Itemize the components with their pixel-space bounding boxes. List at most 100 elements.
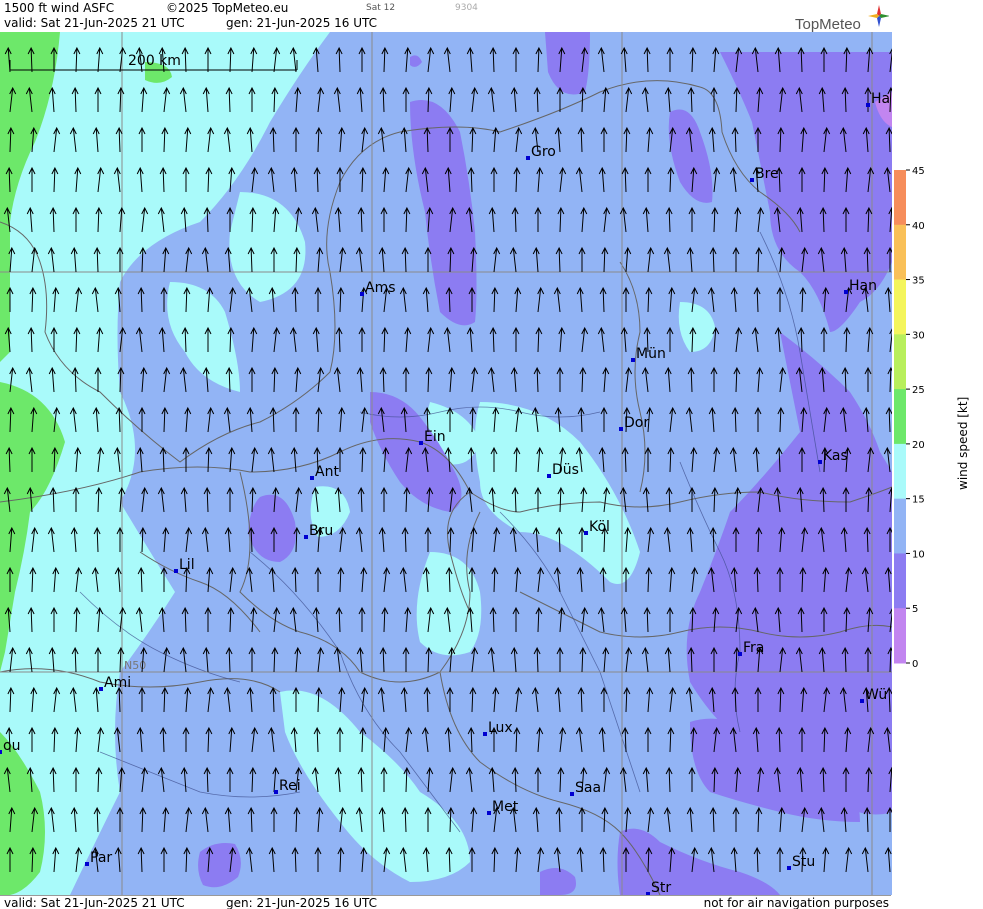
legend-band-40-45 xyxy=(894,170,906,226)
city-marker xyxy=(526,156,530,160)
city-marker xyxy=(0,750,2,754)
city-label: Stu xyxy=(792,854,815,870)
city-marker xyxy=(419,441,423,445)
city-15[interactable]: Ami xyxy=(99,675,131,691)
city-marker xyxy=(487,811,491,815)
city-marker xyxy=(631,358,635,362)
legend-tick-label: 45 xyxy=(912,166,925,177)
city-17[interactable]: Lux xyxy=(483,720,513,736)
city-label: Met xyxy=(492,799,519,815)
city-label: ou xyxy=(3,738,20,754)
map-header: 1500 ft wind ASFC ©2025 TopMeteo.eu Sat … xyxy=(0,0,891,32)
scale-label: 200 km xyxy=(128,53,181,69)
city-label: Fra xyxy=(743,640,764,656)
legend-tick-label: 40 xyxy=(912,221,925,232)
city-21[interactable]: Met xyxy=(487,799,519,815)
city-marker xyxy=(750,178,754,182)
city-label: Han xyxy=(849,278,877,294)
city-label: Ams xyxy=(365,280,396,296)
topmeteo-logo: TopMeteo xyxy=(793,4,890,33)
legend-band-0-5 xyxy=(894,608,906,664)
legend-band-5-10 xyxy=(894,553,906,609)
city-marker xyxy=(844,290,848,294)
footer-valid-time: valid: Sat 21-Jun-2025 21 UTC xyxy=(4,896,185,909)
city-marker xyxy=(174,569,178,573)
run-id: Sat 12 xyxy=(366,3,396,13)
city-0[interactable]: Gro xyxy=(526,144,556,160)
city-marker xyxy=(738,652,742,656)
city-label: Par xyxy=(90,850,112,866)
city-22[interactable]: Par xyxy=(85,850,112,866)
city-8[interactable]: Kas xyxy=(818,448,848,464)
city-marker xyxy=(99,687,103,691)
wind-map[interactable]: N50 200 km GroBreHaAms HanMünEinDorKasAnt… xyxy=(0,32,892,895)
city-marker xyxy=(360,292,364,296)
legend-band-35-40 xyxy=(894,224,906,281)
city-marker xyxy=(85,862,89,866)
city-marker xyxy=(860,699,864,703)
legend-tick-label: 10 xyxy=(912,549,925,560)
logo-text: TopMeteo xyxy=(795,16,861,32)
legend-band-20-25 xyxy=(894,389,906,445)
city-23[interactable]: Stu xyxy=(787,854,815,870)
city-marker xyxy=(547,474,551,478)
wind-speed-legend: 45 40 35 30 25 20 15 10 5 0 wind speed [kt] xyxy=(894,166,970,670)
city-marker xyxy=(310,476,314,480)
city-5[interactable]: Mün xyxy=(631,346,666,362)
city-3[interactable]: Ams xyxy=(360,280,396,296)
map-footer: valid: Sat 21-Jun-2025 21 UTC gen: 21-Ju… xyxy=(0,895,891,909)
city-marker xyxy=(866,103,870,107)
city-18[interactable]: ou xyxy=(0,738,20,754)
city-label: Köl xyxy=(589,519,610,535)
city-label: Dor xyxy=(624,415,649,431)
legend-tick-label: 20 xyxy=(912,440,925,451)
city-marker xyxy=(619,427,623,431)
city-label: Mün xyxy=(636,346,666,362)
city-label: Kas xyxy=(823,448,848,464)
legend-tick-label: 15 xyxy=(912,495,925,506)
city-label: Ha xyxy=(871,91,890,107)
city-10[interactable]: Düs xyxy=(547,462,579,478)
legend-band-30-35 xyxy=(894,279,906,335)
city-4[interactable]: Han xyxy=(844,278,877,294)
city-label: Bre xyxy=(755,166,779,182)
legend-tick-label: 25 xyxy=(912,385,925,396)
city-marker xyxy=(584,531,588,535)
product-title: 1500 ft wind ASFC xyxy=(4,1,115,15)
city-label: Bru xyxy=(309,523,333,539)
city-label: Saa xyxy=(575,780,601,796)
city-marker xyxy=(787,866,791,870)
city-label: Wü xyxy=(865,687,887,703)
legend-tick-label: 5 xyxy=(912,604,918,615)
city-label: Gro xyxy=(531,144,556,160)
city-label: Rei xyxy=(279,778,301,794)
city-7[interactable]: Dor xyxy=(619,415,649,431)
city-9[interactable]: Ant xyxy=(310,464,339,480)
city-label: Düs xyxy=(552,462,579,478)
disclaimer-text: not for air navigation purposes xyxy=(703,896,889,909)
city-label: Ant xyxy=(315,464,339,480)
city-1[interactable]: Bre xyxy=(750,166,779,182)
city-11[interactable]: Bru xyxy=(304,523,333,539)
city-marker xyxy=(274,790,278,794)
legend-tick-label: 30 xyxy=(912,330,925,341)
legend-band-15-20 xyxy=(894,443,906,500)
city-label: Ein xyxy=(424,429,446,445)
city-label: Lil xyxy=(179,557,195,573)
city-20[interactable]: Saa xyxy=(570,780,601,796)
city-marker xyxy=(818,460,822,464)
footer-generated-time: gen: 21-Jun-2025 16 UTC xyxy=(226,896,378,909)
city-label: Lux xyxy=(488,720,513,736)
copyright-text: ©2025 TopMeteo.eu xyxy=(166,1,289,15)
city-label: Ami xyxy=(104,675,131,691)
city-marker xyxy=(570,792,574,796)
legend-tick-label: 35 xyxy=(912,276,925,287)
legend-title: wind speed [kt] xyxy=(956,397,970,490)
valid-time: valid: Sat 21-Jun-2025 21 UTC xyxy=(4,16,185,30)
compass-icon xyxy=(868,5,890,27)
code-text: 9304 xyxy=(455,3,478,13)
generated-time: gen: 21-Jun-2025 16 UTC xyxy=(226,16,378,30)
city-marker xyxy=(483,732,487,736)
city-16[interactable]: Wü xyxy=(860,687,887,703)
legend-tick-label: 0 xyxy=(912,659,918,670)
